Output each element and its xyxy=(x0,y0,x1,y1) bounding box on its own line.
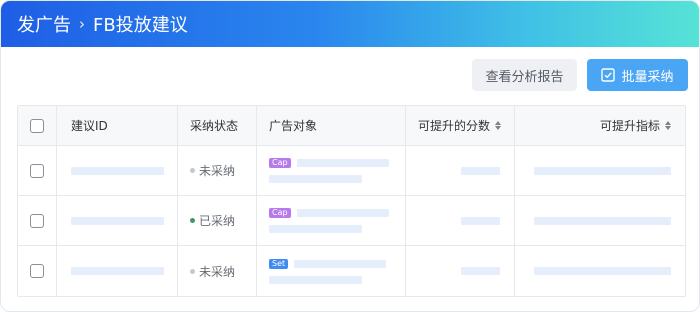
loading-placeholder xyxy=(71,166,164,175)
loading-placeholder xyxy=(461,216,500,225)
status-badge: 未采纳 xyxy=(190,162,235,179)
status-cell: 未采纳 xyxy=(178,246,257,296)
status-cell: 已采纳 xyxy=(178,196,257,245)
status-text: 未采纳 xyxy=(199,264,236,279)
checklist-icon xyxy=(601,68,616,82)
score-cell xyxy=(406,196,515,245)
breadcrumb-separator-icon: › xyxy=(79,15,85,33)
loading-placeholder xyxy=(534,166,671,175)
suggestions-table: 建议ID 采纳状态 广告对象 可提升的分数 可提升指标 未采纳 Cap 已采纳 … xyxy=(17,105,686,297)
metric-cell xyxy=(515,246,685,296)
sort-icon[interactable] xyxy=(495,121,501,130)
target-type-tag: Cap xyxy=(269,208,291,218)
toolbar: 查看分析报告 批量采纳 xyxy=(472,59,688,91)
metric-cell xyxy=(515,146,685,195)
breadcrumb-root[interactable]: 发广告 xyxy=(17,11,71,37)
loading-placeholder xyxy=(461,166,500,175)
sort-icon[interactable] xyxy=(665,121,671,130)
status-dot-icon xyxy=(190,168,195,173)
row-select-cell xyxy=(18,146,57,195)
row-checkbox[interactable] xyxy=(30,163,44,178)
view-report-button[interactable]: 查看分析报告 xyxy=(472,59,577,91)
col-improvable-metric-label: 可提升指标 xyxy=(599,119,660,133)
ad-target-cell: Cap xyxy=(257,196,406,245)
table-row[interactable]: 未采纳 Set xyxy=(18,246,685,296)
table-header-row: 建议ID 采纳状态 广告对象 可提升的分数 可提升指标 xyxy=(18,106,685,146)
batch-adopt-label: 批量采纳 xyxy=(621,69,674,85)
ad-target-cell: Set xyxy=(257,246,406,296)
loading-placeholder xyxy=(296,209,389,217)
suggestion-id-cell xyxy=(57,196,178,245)
row-select-cell xyxy=(18,246,57,296)
status-dot-icon xyxy=(190,268,195,274)
suggestion-id-cell xyxy=(57,146,178,195)
table-row[interactable]: 已采纳 Cap xyxy=(18,196,685,246)
status-dot-icon xyxy=(190,218,195,223)
loading-placeholder xyxy=(296,159,389,167)
select-all-checkbox[interactable] xyxy=(30,118,44,133)
target-type-tag: Set xyxy=(269,258,289,269)
col-improvable-score[interactable]: 可提升的分数 xyxy=(406,106,515,145)
status-text: 已采纳 xyxy=(199,214,236,228)
status-cell: 未采纳 xyxy=(178,146,257,195)
score-cell xyxy=(406,246,515,296)
status-badge: 已采纳 xyxy=(190,212,235,229)
target-type-tag: Cap xyxy=(269,158,291,168)
loading-placeholder xyxy=(269,275,362,284)
col-adopt-status: 采纳状态 xyxy=(178,106,257,145)
status-badge: 未采纳 xyxy=(190,263,235,280)
score-cell xyxy=(406,146,515,195)
loading-placeholder xyxy=(269,175,362,183)
col-improvable-score-label: 可提升的分数 xyxy=(417,119,490,133)
loading-placeholder xyxy=(534,216,671,225)
loading-placeholder xyxy=(71,267,164,275)
batch-adopt-button[interactable]: 批量采纳 xyxy=(587,59,688,91)
col-ad-target: 广告对象 xyxy=(257,106,406,145)
row-checkbox[interactable] xyxy=(30,264,44,278)
col-improvable-metric[interactable]: 可提升指标 xyxy=(515,106,685,145)
loading-placeholder xyxy=(461,267,500,275)
ad-target-cell: Cap xyxy=(257,146,406,195)
loading-placeholder xyxy=(294,259,387,268)
loading-placeholder xyxy=(71,216,164,225)
metric-cell xyxy=(515,196,685,245)
breadcrumb-current: FB投放建议 xyxy=(93,15,188,36)
header-select-cell xyxy=(18,106,57,145)
suggestion-card: 发广告 › FB投放建议 查看分析报告 批量采纳 建议ID 采纳状态 广告对象 … xyxy=(0,0,700,312)
loading-placeholder xyxy=(269,225,362,233)
row-select-cell xyxy=(18,196,57,245)
suggestion-id-cell xyxy=(57,246,178,296)
col-suggestion-id: 建议ID xyxy=(57,106,178,145)
page-header: 发广告 › FB投放建议 xyxy=(1,1,699,47)
table-row[interactable]: 未采纳 Cap xyxy=(18,146,685,196)
status-text: 未采纳 xyxy=(199,164,236,178)
loading-placeholder xyxy=(534,267,671,275)
row-checkbox[interactable] xyxy=(30,213,44,228)
